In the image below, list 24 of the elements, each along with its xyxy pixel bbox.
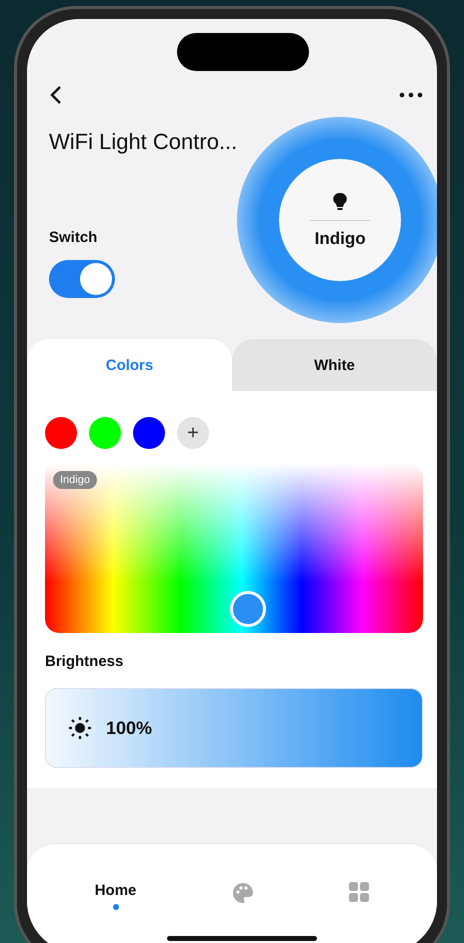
color-swatch[interactable]	[45, 417, 77, 449]
picker-handle[interactable]	[230, 591, 266, 627]
color-name: Indigo	[314, 228, 366, 248]
back-icon[interactable]	[49, 85, 63, 105]
color-tag: Indigo	[53, 471, 97, 489]
tab[interactable]: White	[232, 339, 437, 391]
bulb-card[interactable]: Indigo	[279, 159, 402, 281]
sun-icon	[68, 716, 92, 740]
power-toggle[interactable]	[49, 260, 115, 298]
nav-item[interactable]: Home	[84, 880, 146, 943]
color-swatch[interactable]	[133, 417, 165, 449]
brightness-slider[interactable]: 100%	[45, 688, 423, 768]
add-color-button[interactable]: +	[177, 417, 209, 449]
bulb-icon	[333, 192, 348, 212]
palette-icon	[232, 882, 254, 904]
color-swatch[interactable]	[89, 417, 121, 449]
device-title: WiFi Light Contro...	[49, 129, 238, 155]
brightness-label: Brightness	[45, 653, 124, 670]
brightness-value: 100%	[106, 718, 152, 738]
switch-label: Switch	[49, 229, 98, 246]
tab[interactable]: Colors	[27, 339, 232, 391]
color-picker[interactable]: Indigo	[45, 463, 423, 633]
grid-icon	[349, 882, 370, 902]
more-icon[interactable]	[399, 92, 423, 98]
